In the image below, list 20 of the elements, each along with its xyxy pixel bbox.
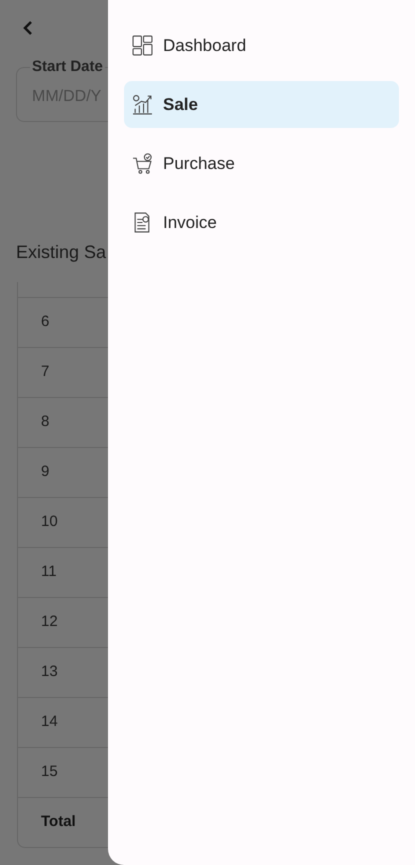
table-cell-text: 6: [41, 312, 50, 332]
table-cell-text: 13: [41, 662, 58, 682]
drawer-item[interactable]: Invoice: [124, 199, 399, 246]
drawer-item[interactable]: Sale: [124, 81, 399, 128]
section-heading: Existing Sa: [16, 241, 106, 264]
table-cell-text: 12: [41, 612, 58, 632]
drawer-item[interactable]: Purchase: [124, 140, 399, 187]
table-cell-text: 8: [41, 412, 50, 432]
table-cell-text: 9: [41, 462, 50, 482]
back-icon[interactable]: [22, 20, 34, 36]
chart-icon: [132, 94, 153, 115]
drawer-item[interactable]: Dashboard: [124, 22, 399, 69]
table-cell-text: 14: [41, 712, 58, 732]
table-cell-text: 10: [41, 512, 58, 532]
table-cell-text: 11: [41, 562, 57, 582]
cart-icon: [132, 153, 153, 174]
table-cell-text: 15: [41, 762, 58, 782]
table-cell-text: 7: [41, 362, 50, 382]
grid-icon: [132, 35, 153, 56]
total-label: Total: [41, 812, 76, 832]
